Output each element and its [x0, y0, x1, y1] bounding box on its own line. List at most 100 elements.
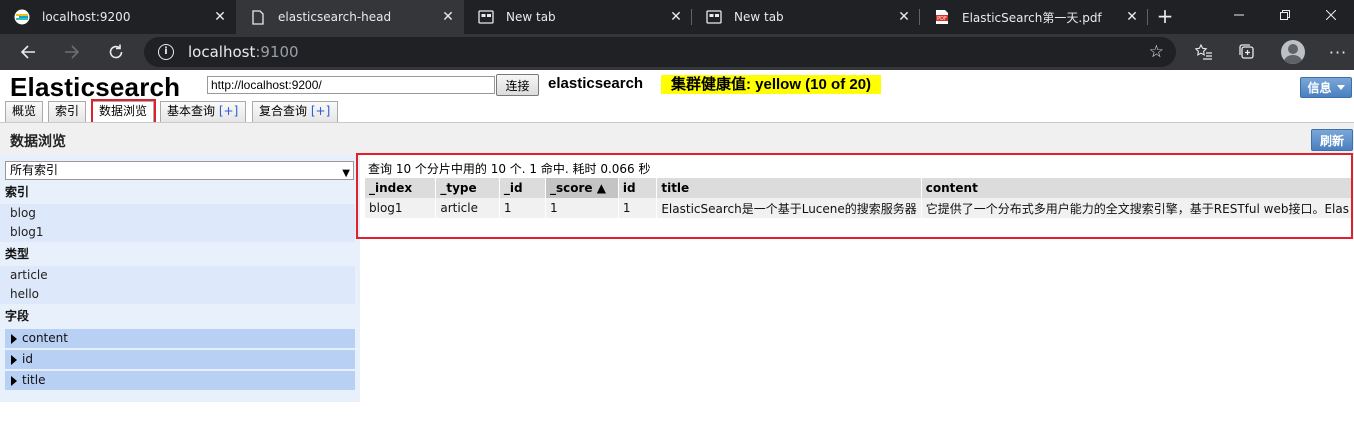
browser-tab-new-tab-2[interactable]: New tab ✕: [692, 0, 920, 34]
address-bar[interactable]: i localhost:9100 ☆: [144, 37, 1176, 67]
browser-tab-strip: localhost:9200 ✕ elasticsearch-head ✕ Ne…: [0, 0, 1354, 34]
table-row[interactable]: blog1 article 1 1 1 ElasticSearch是一个基于Lu…: [365, 198, 1354, 218]
es-head-page: Elasticsearch http://localhost:9200/ 连接 …: [0, 70, 1354, 428]
browser-tab-elasticsearch-head[interactable]: elasticsearch-head ✕: [236, 0, 464, 34]
table-cell: 1: [499, 198, 546, 218]
column-header-id[interactable]: id: [618, 178, 658, 198]
browser-tab-title: New tab: [506, 10, 556, 24]
index-select[interactable]: 所有索引 ▼: [5, 161, 354, 180]
browser-tab-title: ElasticSearch第一天.pdf: [962, 10, 1102, 25]
column-header-content[interactable]: content: [921, 178, 1354, 198]
chevron-down-icon: ▼: [342, 168, 350, 179]
tab-overview[interactable]: 概览: [5, 101, 43, 122]
svg-text:PDF: PDF: [937, 16, 947, 22]
column-header-index[interactable]: _index: [365, 178, 437, 198]
field-label: content: [22, 331, 68, 345]
close-window-icon[interactable]: [1308, 0, 1354, 30]
page-icon: [250, 9, 266, 25]
pdf-icon: PDF: [934, 9, 950, 25]
restore-icon[interactable]: [1262, 0, 1308, 30]
address-port: :9100: [255, 43, 299, 61]
tab-label: 基本查询: [167, 104, 216, 118]
connect-button[interactable]: 连接: [496, 74, 539, 96]
tab-separator: [1147, 9, 1148, 25]
reload-icon[interactable]: [102, 38, 130, 66]
table-cell: article: [435, 198, 500, 218]
list-item-index-blog[interactable]: blog: [0, 204, 355, 223]
forward-arrow-icon[interactable]: [58, 38, 86, 66]
section-indices: 索引: [5, 185, 30, 199]
tab-complex-query[interactable]: 复合查询 [+]: [252, 101, 338, 122]
expand-plus[interactable]: [+]: [311, 104, 330, 118]
results-table: _index _type _id _score ▲ id title conte…: [365, 178, 1354, 218]
info-menu-button[interactable]: 信息: [1300, 77, 1352, 98]
table-cell: blog1: [365, 198, 437, 218]
info-button-label: 信息: [1307, 81, 1332, 95]
section-fields: 字段: [5, 309, 30, 323]
column-header-score[interactable]: _score ▲: [545, 178, 619, 198]
filter-sidebar: 所有索引 ▼ 索引 blog blog1 类型 article hello 字段 …: [0, 154, 360, 402]
browser-subheader: 数据浏览 刷新: [0, 122, 1354, 154]
field-label: id: [22, 352, 33, 366]
favorites-list-icon[interactable]: [1192, 40, 1216, 64]
browser-tab-pdf[interactable]: PDF ElasticSearch第一天.pdf ✕: [920, 0, 1148, 34]
es-header: Elasticsearch http://localhost:9200/ 连接 …: [0, 70, 1354, 126]
site-info-icon[interactable]: i: [158, 44, 174, 60]
tab-indices[interactable]: 索引: [48, 101, 86, 122]
table-header-row: _index _type _id _score ▲ id title conte…: [365, 178, 1354, 198]
cluster-name: elasticsearch: [548, 75, 644, 92]
expand-triangle-icon: [11, 334, 17, 344]
index-select-value: 所有索引: [10, 163, 59, 177]
page-title: 数据浏览: [10, 134, 66, 150]
tab-basic-query[interactable]: 基本查询 [+]: [160, 101, 246, 122]
column-header-type[interactable]: _type: [435, 178, 500, 198]
list-item-index-blog1[interactable]: blog1: [0, 223, 355, 242]
new-tab-icon: [706, 9, 722, 25]
expand-plus[interactable]: [+]: [219, 104, 238, 118]
favorite-star-icon[interactable]: ☆: [1149, 42, 1164, 62]
app-logo: Elasticsearch: [10, 72, 181, 102]
collections-icon[interactable]: [1235, 40, 1259, 64]
profile-avatar[interactable]: [1281, 40, 1305, 64]
close-tab-icon[interactable]: ✕: [668, 9, 684, 25]
section-types: 类型: [5, 247, 30, 261]
expand-triangle-icon: [11, 355, 17, 365]
query-summary: 查询 10 个分片中用的 10 个. 1 命中. 耗时 0.066 秒: [368, 162, 651, 176]
minimize-icon[interactable]: [1216, 0, 1262, 30]
browser-tab-localhost-9200[interactable]: localhost:9200 ✕: [0, 0, 236, 34]
refresh-button[interactable]: 刷新: [1311, 129, 1353, 151]
tab-label: 复合查询: [259, 104, 308, 118]
field-label: title: [22, 373, 46, 387]
more-menu-icon[interactable]: ···: [1326, 40, 1350, 64]
close-tab-icon[interactable]: ✕: [896, 9, 912, 25]
expand-triangle-icon: [11, 376, 17, 386]
table-cell: 1: [545, 198, 619, 218]
browser-tab-title: localhost:9200: [42, 10, 131, 24]
tab-label: 概览: [12, 104, 37, 118]
table-cell: ElasticSearch是一个基于Lucene的搜索服务器: [656, 198, 922, 218]
close-tab-icon[interactable]: ✕: [440, 9, 456, 25]
back-arrow-icon[interactable]: [14, 38, 42, 66]
field-item-id[interactable]: id: [5, 350, 355, 369]
column-header-id-meta[interactable]: _id: [499, 178, 546, 198]
close-tab-icon[interactable]: ✕: [1124, 9, 1140, 25]
cluster-url-input[interactable]: http://localhost:9200/: [207, 76, 495, 94]
new-tab-icon: [478, 9, 494, 25]
list-item-type-article[interactable]: article: [0, 266, 355, 285]
browser-tab-new-tab[interactable]: New tab ✕: [464, 0, 692, 34]
browser-toolbar: i localhost:9100 ☆ ···: [0, 34, 1354, 70]
field-item-title[interactable]: title: [5, 371, 355, 390]
field-item-content[interactable]: content: [5, 329, 355, 348]
list-item-type-hello[interactable]: hello: [0, 285, 355, 304]
browser-tab-title: elasticsearch-head: [278, 10, 392, 24]
chevron-down-icon: [1336, 85, 1345, 90]
address-url[interactable]: localhost:9100: [188, 43, 299, 61]
tab-label: 数据浏览: [99, 104, 148, 118]
results-panel: 查询 10 个分片中用的 10 个. 1 命中. 耗时 0.066 秒 _ind…: [357, 154, 1354, 239]
tab-label: 索引: [55, 104, 80, 118]
table-cell: 它提供了一个分布式多用户能力的全文搜索引擎，基于RESTful web接口。El…: [921, 198, 1354, 218]
column-header-title[interactable]: title: [656, 178, 922, 198]
close-tab-icon[interactable]: ✕: [212, 9, 228, 25]
new-tab-plus-icon[interactable]: +: [1154, 6, 1176, 28]
tab-browser[interactable]: 数据浏览: [92, 101, 154, 122]
